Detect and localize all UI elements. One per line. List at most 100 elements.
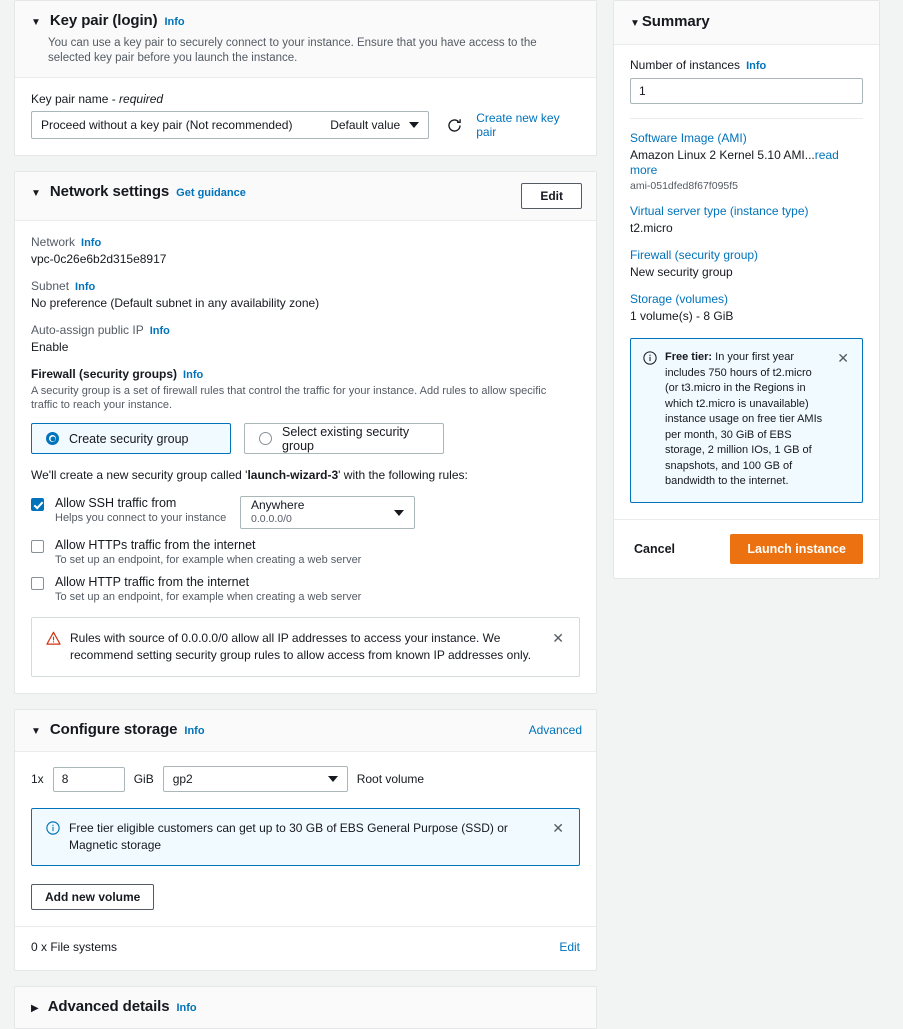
network-edit-button[interactable]: Edit [521,183,582,209]
allow-ssh-checkbox[interactable] [31,498,44,511]
volume-size-input[interactable] [52,766,125,792]
network-info-link[interactable]: Info [81,237,101,249]
launch-instance-button[interactable]: Launch instance [730,533,863,564]
key-pair-default-label: Default value [330,118,401,132]
file-systems-edit-link[interactable]: Edit [559,940,580,954]
configure-storage-body: 1x GiB gp2 Root volume [15,752,596,970]
volume-row: 1x GiB gp2 Root volume [31,766,580,792]
close-icon[interactable]: ✕ [550,630,566,646]
free-tier-body: In your first year includes 750 hours of… [665,351,823,487]
instance-type-link[interactable]: Virtual server type (instance type) [630,204,809,218]
chevron-down-icon [394,509,404,516]
network-settings-card: ▼ Network settings Get guidance Edit Net… [14,171,597,694]
subnet-value: No preference (Default subnet in any ava… [31,296,320,310]
caret-down-icon[interactable]: ▼ [630,15,640,32]
volume-multiplier: 1x [31,772,44,786]
create-security-group-label: Create security group [69,431,189,446]
info-icon [643,351,657,368]
select-existing-security-group-option[interactable]: Select existing security group [244,423,444,454]
refresh-icon[interactable] [446,117,463,134]
summary-firewall-value: New security group [630,265,733,279]
summary-firewall-link[interactable]: Firewall (security group) [630,248,758,262]
radio-unselected-icon [259,432,272,445]
firewall-rules-list: Allow SSH traffic from Helps you connect… [31,496,580,603]
network-settings-header: ▼ Network settings Get guidance Edit [15,172,596,221]
firewall-label: Firewall (security groups) Info [31,367,580,381]
summary-column: ▼ Summary Number of instances Info Softw… [613,0,880,1021]
subnet-label-text: Subnet [31,279,70,293]
summary-ami-value: Amazon Linux 2 Kernel 5.10 AMI...read mo… [630,148,863,178]
close-icon[interactable]: ✕ [550,820,566,836]
summary-divider [630,118,863,119]
file-systems-row: 0 x File systems Edit [15,926,596,954]
allow-http-checkbox[interactable] [31,577,44,590]
free-tier-storage-text: Free tier eligible customers can get up … [69,821,508,852]
caret-down-icon[interactable]: ▼ [31,14,41,31]
launch-instance-wizard: ▼ Key pair (login) Info You can use a ke… [0,0,903,1029]
auto-assign-ip-info-link[interactable]: Info [150,325,170,337]
root-volume-label: Root volume [356,772,425,786]
key-pair-header: ▼ Key pair (login) Info You can use a ke… [15,1,596,78]
add-new-volume-button[interactable]: Add new volume [31,884,155,910]
free-tier-title: Free tier: [665,351,713,363]
summary-storage-value: 1 volume(s) - 8 GiB [630,309,734,323]
auto-assign-ip-value: Enable [31,340,69,354]
firewall-label-text: Firewall (security groups) [31,367,178,381]
key-pair-card: ▼ Key pair (login) Info You can use a ke… [14,0,597,156]
storage-info-link[interactable]: Info [184,725,204,737]
allow-http-label: Allow HTTP traffic from the internet [55,575,250,589]
configure-storage-card: ▼ Configure storage Info Advanced 1x GiB… [14,709,597,971]
summary-instance-type-item: Virtual server type (instance type) t2.m… [630,204,863,236]
key-pair-description: You can use a key pair to securely conne… [48,37,537,64]
create-new-key-pair-link[interactable]: Create new key pair [476,111,580,139]
create-security-group-option[interactable]: Create security group [31,423,231,454]
warning-text: Rules with source of 0.0.0.0/0 allow all… [70,631,532,662]
ssh-source-cidr: 0.0.0.0/0 [251,513,292,525]
caret-down-icon[interactable]: ▼ [31,185,41,202]
sg-note-suffix: ' with the following rules: [338,468,468,482]
summary-storage-item: Storage (volumes) 1 volume(s) - 8 GiB [630,292,863,324]
auto-assign-ip-label-text: Auto-assign public IP [31,323,144,337]
warning-icon [46,631,61,649]
sg-note-prefix: We'll create a new security group called… [31,468,248,482]
cancel-button[interactable]: Cancel [630,536,730,562]
key-pair-name-label-text: Key pair name - [31,92,116,106]
firewall-section: Firewall (security groups) Info A securi… [31,367,580,677]
ami-name-text: Amazon Linux 2 Kernel 5.10 AMI... [630,148,815,162]
subnet-info-link[interactable]: Info [75,281,95,293]
configure-storage-header: ▼ Configure storage Info Advanced [15,710,596,752]
get-guidance-link[interactable]: Get guidance [176,187,246,199]
key-pair-select[interactable]: Proceed without a key pair (Not recommen… [31,111,430,139]
firewall-info-link[interactable]: Info [183,369,203,381]
caret-down-icon[interactable]: ▼ [31,723,41,740]
allow-ssh-sub: Helps you connect to your instance [55,512,227,524]
allow-https-checkbox[interactable] [31,540,44,553]
close-icon[interactable]: ✕ [835,350,851,366]
storage-advanced-link[interactable]: Advanced [529,723,582,737]
number-of-instances-info-link[interactable]: Info [746,60,766,72]
chevron-down-icon [409,122,420,128]
key-pair-select-row: Proceed without a key pair (Not recommen… [31,111,580,139]
number-of-instances-input[interactable] [630,78,863,104]
main-form-column: ▼ Key pair (login) Info You can use a ke… [14,0,597,1029]
advanced-details-header[interactable]: ▶ Advanced details Info [15,987,596,1028]
network-settings-body: Network Info vpc-0c26e6b2d315e8917 Subne… [15,221,596,693]
free-tier-info-box: Free tier: In your first year includes 7… [630,338,863,503]
key-pair-info-link[interactable]: Info [164,16,184,28]
volume-type-select[interactable]: gp2 [162,766,348,792]
number-of-instances-label: Number of instances Info [630,58,863,72]
free-tier-storage-alert: Free tier eligible customers can get up … [31,808,580,866]
allow-ssh-label: Allow SSH traffic from [55,496,177,510]
summary-card: ▼ Summary Number of instances Info Softw… [613,0,880,579]
caret-right-icon[interactable]: ▶ [31,1000,39,1017]
ssh-source-select[interactable]: Anywhere 0.0.0.0/0 [240,496,415,529]
summary-firewall-item: Firewall (security group) New security g… [630,248,863,280]
software-image-link[interactable]: Software Image (AMI) [630,131,747,145]
sg-name: launch-wizard-3 [247,468,339,482]
auto-assign-ip-property: Auto-assign public IP Info Enable [31,323,580,354]
summary-storage-link[interactable]: Storage (volumes) [630,292,728,306]
network-label-text: Network [31,235,76,249]
advanced-details-info-link[interactable]: Info [176,1002,196,1014]
key-pair-title: Key pair (login) [49,12,158,29]
chevron-down-icon [327,776,338,782]
